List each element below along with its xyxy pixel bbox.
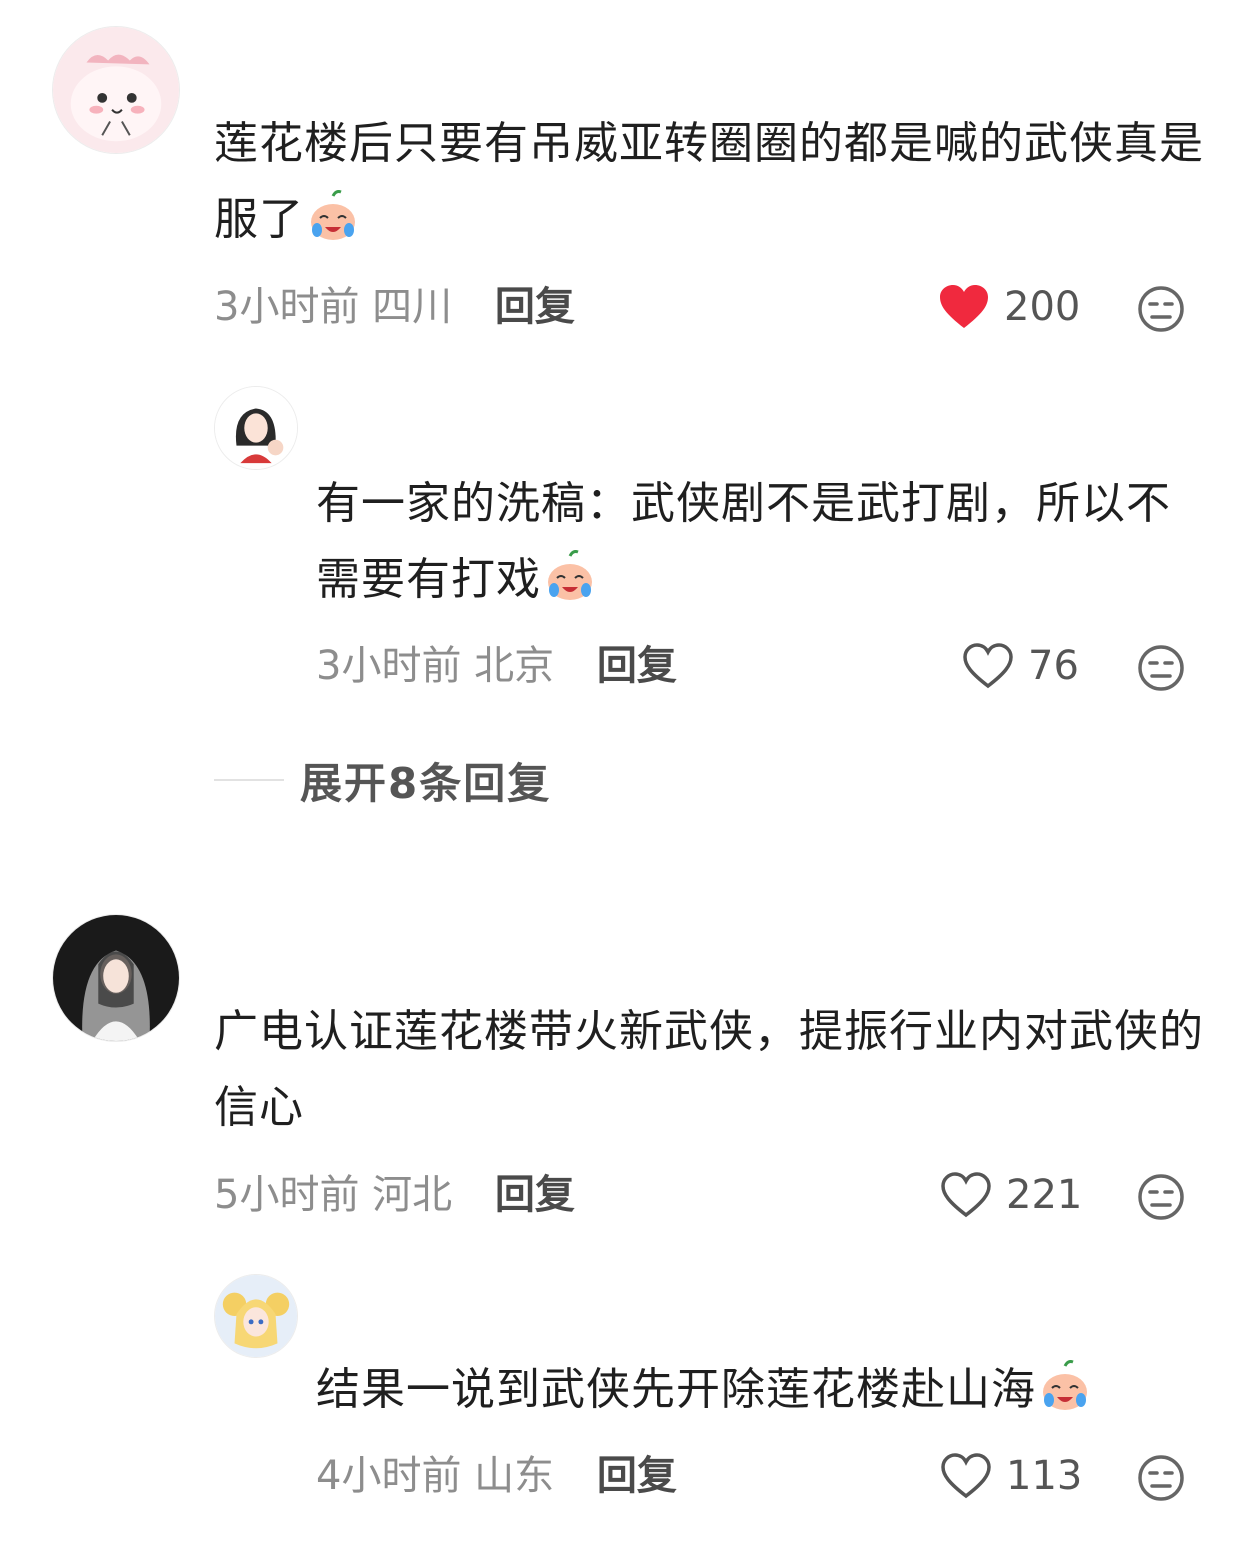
comment-location: 北京 [474, 643, 555, 689]
reply-button[interactable]: 回复 [597, 1453, 677, 1499]
avatar[interactable] [214, 386, 298, 470]
comment-meta: 3小时前 四川 回复 [214, 282, 575, 332]
avatar[interactable] [214, 1274, 298, 1358]
laugh-cry-emoji-icon [311, 190, 355, 240]
like-count: 200 [1004, 284, 1081, 330]
meh-face-icon [1138, 645, 1184, 691]
avatar[interactable] [52, 26, 180, 154]
like-button[interactable]: 76 [962, 641, 1079, 691]
expand-replies-button[interactable]: 展开8条回复 [214, 752, 551, 808]
comment-location: 山东 [474, 1453, 555, 1499]
like-button[interactable]: 113 [940, 1451, 1082, 1501]
meh-face-icon [1138, 286, 1184, 332]
like-count: 221 [1006, 1172, 1083, 1218]
heart-icon [963, 643, 1013, 689]
like-count: 76 [1028, 643, 1079, 689]
reply-button[interactable]: 回复 [495, 1172, 575, 1218]
comment-location: 河北 [372, 1172, 453, 1218]
like-button[interactable]: 221 [940, 1170, 1082, 1220]
reply-button[interactable]: 回复 [495, 284, 575, 330]
like-count: 113 [1006, 1453, 1083, 1499]
comment-time: 3小时前 [214, 284, 360, 330]
divider [214, 779, 284, 781]
comment-meta: 4小时前 山东 回复 [316, 1451, 677, 1501]
reply-button[interactable]: 回复 [597, 643, 677, 689]
avatar[interactable] [52, 914, 180, 1042]
dislike-button[interactable] [1137, 1173, 1185, 1221]
comment-time: 4小时前 [316, 1453, 462, 1499]
laugh-cry-emoji-icon [1043, 1360, 1087, 1410]
meh-face-icon [1138, 1174, 1184, 1220]
comment-time: 5小时前 [214, 1172, 360, 1218]
expand-replies-label: 展开8条回复 [300, 758, 552, 808]
comment-text: 莲花楼后只要有吊威亚转圈圈的都是喊的武侠真是服了 [214, 118, 1204, 245]
heart-icon [940, 285, 988, 328]
comment-location: 四川 [372, 284, 453, 330]
like-button[interactable]: 200 [938, 282, 1080, 332]
comment-meta: 5小时前 河北 回复 [214, 1170, 575, 1220]
heart-icon [941, 1172, 991, 1218]
comment-time: 3小时前 [316, 643, 462, 689]
comment-meta: 3小时前 北京 回复 [316, 641, 677, 691]
heart-icon [941, 1453, 991, 1499]
comment-text: 广电认证莲花楼带火新武侠，提振行业内对武侠的信心 [214, 1006, 1204, 1133]
comment-text: 结果一说到武侠先开除莲花楼赴山海 [316, 1352, 1206, 1428]
laugh-cry-emoji-icon [548, 550, 592, 600]
dislike-button[interactable] [1137, 644, 1185, 692]
comment-text: 有一家的洗稿：武侠剧不是武打剧，所以不需要有打戏 [316, 478, 1171, 605]
meh-face-icon [1138, 1455, 1184, 1501]
dislike-button[interactable] [1137, 1454, 1185, 1502]
dislike-button[interactable] [1137, 285, 1185, 333]
